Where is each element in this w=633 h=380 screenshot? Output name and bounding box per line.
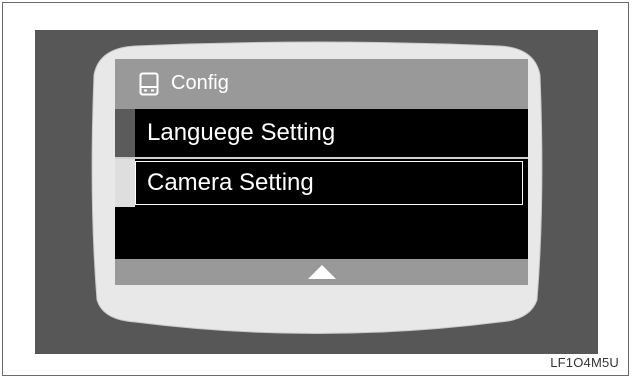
menu-item-camera-setting[interactable]: Camera Setting <box>115 159 528 207</box>
menu-item-label: Camera Setting <box>147 169 314 196</box>
screen-title: Config <box>171 72 229 94</box>
menu-item-language-setting[interactable]: Languege Setting <box>115 109 528 157</box>
figure-code: LF1O4M5U <box>550 355 619 370</box>
menu-item-marker <box>115 109 135 157</box>
scroll-bar[interactable] <box>115 259 528 285</box>
menu-item-label: Languege Setting <box>147 119 336 146</box>
config-icon <box>139 72 159 96</box>
menu-item-marker-selected <box>115 159 135 207</box>
display-screen: Config Languege Setting Camera Setting <box>115 59 528 285</box>
title-bar: Config <box>115 59 528 109</box>
up-arrow-icon[interactable] <box>308 265 336 279</box>
